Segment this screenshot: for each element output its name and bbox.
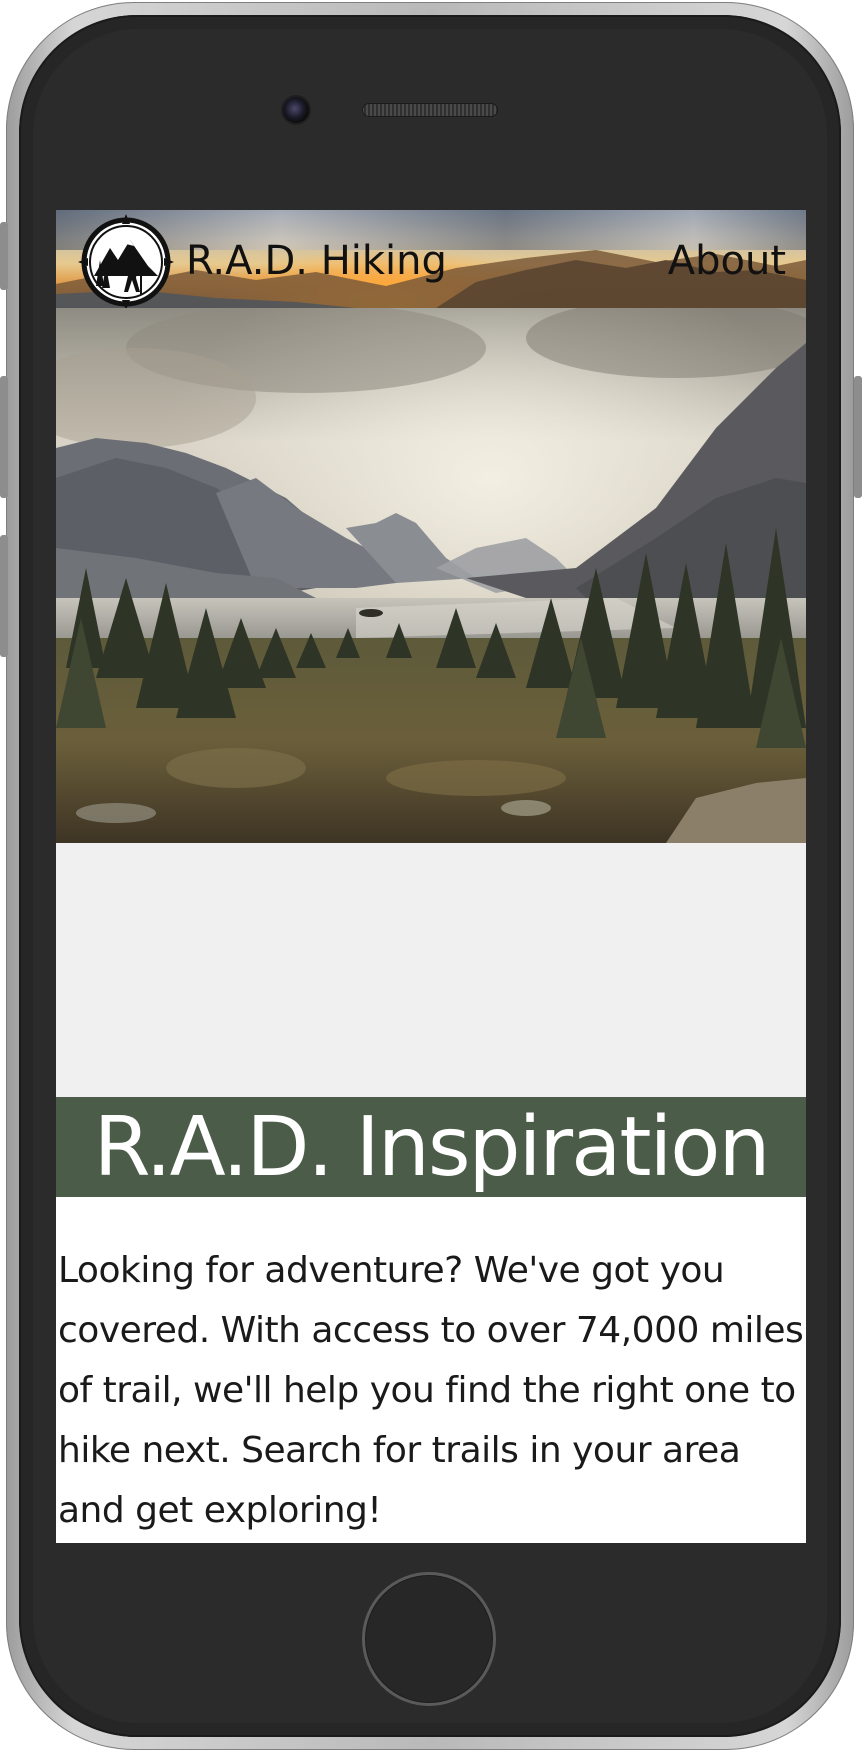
hiker-compass-logo-icon[interactable] [78,214,174,308]
inspiration-heading: R.A.D. Inspiration [93,1100,771,1195]
inspiration-heading-band: R.A.D. Inspiration [56,1097,806,1197]
power-button [854,376,862,498]
volume-up-button [0,376,8,498]
intro-section: Looking for adventure? We've got you cov… [56,1197,806,1543]
content-spacer [56,843,806,1107]
intro-paragraph: Looking for adventure? We've got you cov… [58,1250,804,1531]
home-button[interactable] [362,1572,496,1706]
mute-switch [0,222,8,290]
brand-title[interactable]: R.A.D. Hiking [186,238,447,284]
earpiece-speaker [362,103,498,117]
phone-screen: R.A.D. Hiking About R.A.D. Inspiration L… [56,210,806,1543]
volume-down-button [0,535,8,657]
nav-about-link[interactable]: About [668,238,786,284]
front-camera-icon [283,97,309,123]
hero-landscape-image [56,308,806,843]
hero-image [56,308,806,843]
site-header: R.A.D. Hiking About [56,210,806,308]
